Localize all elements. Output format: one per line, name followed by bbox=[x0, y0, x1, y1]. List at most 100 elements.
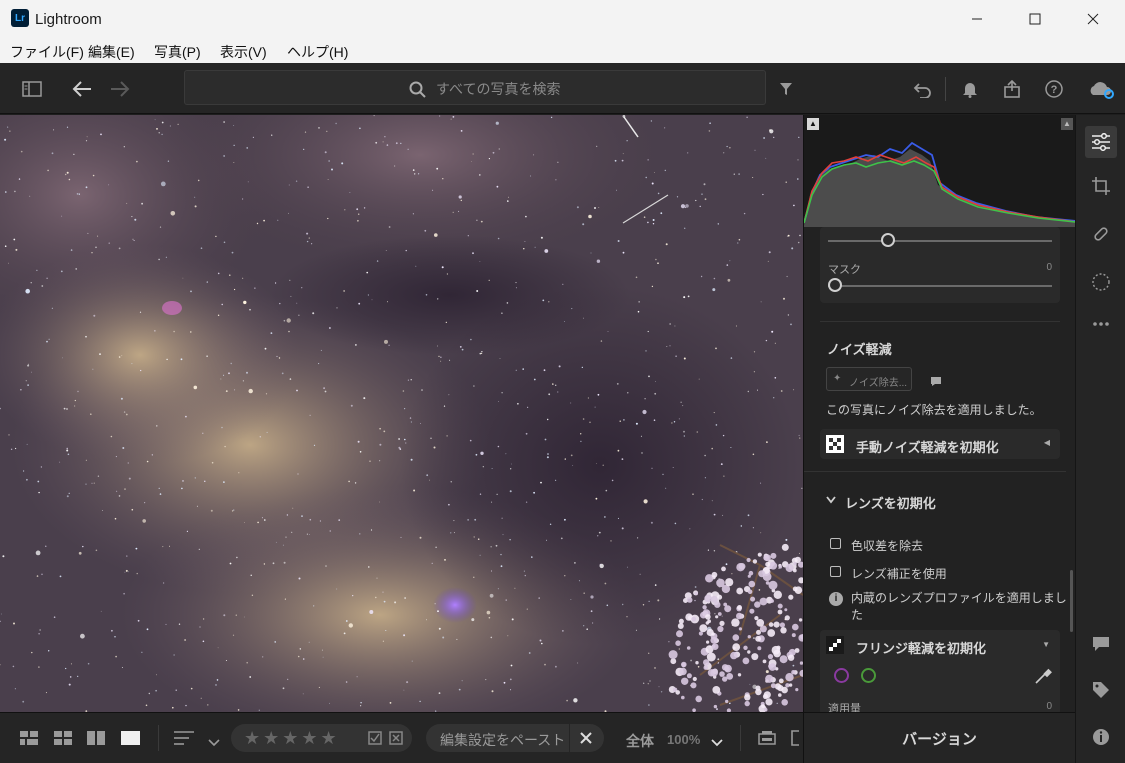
divider bbox=[820, 321, 1060, 322]
info-icon: i bbox=[829, 592, 843, 606]
comment-bubble-icon[interactable] bbox=[1089, 632, 1113, 656]
sparkle-icon: ✦ bbox=[833, 373, 842, 384]
sort-icon[interactable] bbox=[174, 731, 194, 750]
maximize-button[interactable] bbox=[1006, 0, 1064, 38]
cloud-sync-icon[interactable] bbox=[1087, 77, 1115, 101]
noise-reduction-header: ノイズ軽減 bbox=[827, 342, 892, 357]
divider bbox=[740, 725, 741, 751]
menu-edit[interactable]: 編集(E) bbox=[88, 42, 135, 62]
search-icon bbox=[409, 81, 426, 98]
mask-label: マスク bbox=[828, 264, 861, 276]
top-toolbar: すべての写真を検索 ? bbox=[0, 63, 1125, 114]
star-rating[interactable]: ★★★★★ bbox=[244, 728, 340, 749]
compare-view-icon[interactable] bbox=[87, 731, 105, 750]
close-button[interactable] bbox=[1064, 0, 1122, 38]
zoom-dropdown-icon[interactable] bbox=[711, 734, 723, 752]
night-sky-photo bbox=[0, 115, 803, 712]
window-title: Lightroom bbox=[35, 11, 102, 28]
flag-pick-icon[interactable] bbox=[368, 731, 382, 750]
panel-scrollbar[interactable] bbox=[1070, 570, 1073, 632]
slider-track[interactable] bbox=[828, 240, 1052, 242]
right-tool-rail bbox=[1075, 115, 1125, 763]
tag-icon[interactable] bbox=[1089, 678, 1113, 702]
denoise-button[interactable]: ✦ ノイズ除去... bbox=[826, 367, 912, 391]
divider bbox=[158, 725, 159, 751]
lens-profile-label: レンズ補正を使用 bbox=[851, 567, 947, 581]
denoise-applied-text: この写真にノイズ除去を適用しました。 bbox=[826, 403, 1042, 417]
rating-flag-group: ★★★★★ bbox=[231, 724, 412, 752]
builtin-profile-text: 内蔵のレンズプロファイルを適用しました bbox=[851, 591, 1067, 622]
bottom-toolbar: ★★★★★ 編集設定をペースト 全体 100% bbox=[0, 712, 803, 763]
menu-photo[interactable]: 写真(P) bbox=[154, 42, 201, 62]
edit-sliders-icon[interactable] bbox=[1085, 126, 1117, 158]
highlight-clipping-toggle[interactable]: ▲ bbox=[1061, 118, 1073, 130]
chevron-down-icon[interactable] bbox=[826, 493, 836, 507]
menu-help[interactable]: ヘルプ(H) bbox=[287, 42, 348, 62]
search-field[interactable]: すべての写真を検索 bbox=[184, 70, 766, 105]
crop-icon[interactable] bbox=[1089, 174, 1113, 198]
slider-card: マスク 0 bbox=[820, 227, 1060, 303]
mask-value: 0 bbox=[1046, 262, 1052, 273]
toolbar-divider bbox=[945, 77, 946, 101]
slider-knob[interactable] bbox=[881, 233, 895, 247]
menu-view[interactable]: 表示(V) bbox=[220, 42, 267, 62]
paste-settings-group: 編集設定をペースト bbox=[426, 724, 604, 752]
divider bbox=[804, 471, 1066, 472]
expand-arrow-icon[interactable]: ▼ bbox=[1042, 640, 1050, 649]
manual-noise-row[interactable]: 手動ノイズ軽減を初期化 ◀ bbox=[820, 429, 1060, 459]
help-icon[interactable]: ? bbox=[1042, 77, 1066, 101]
svg-text:?: ? bbox=[1051, 84, 1058, 96]
purple-swatch[interactable] bbox=[834, 668, 849, 683]
lens-profile-checkbox[interactable] bbox=[830, 566, 841, 577]
fit-zoom-button[interactable]: 全体 bbox=[626, 731, 654, 751]
before-after-icon[interactable] bbox=[758, 730, 776, 751]
flag-reject-icon[interactable] bbox=[389, 731, 403, 750]
paste-settings-button[interactable]: 編集設定をペースト bbox=[440, 730, 565, 750]
fringe-icon bbox=[826, 636, 844, 654]
manual-noise-label: 手動ノイズ軽減を初期化 bbox=[856, 440, 999, 455]
checker-icon bbox=[826, 435, 844, 453]
menu-bar: ファイル(F) 編集(E) 写真(P) 表示(V) ヘルプ(H) bbox=[0, 38, 1125, 63]
menu-file[interactable]: ファイル(F) bbox=[10, 42, 84, 62]
square-grid-icon[interactable] bbox=[20, 731, 38, 750]
collapse-arrow-icon[interactable]: ◀ bbox=[1044, 438, 1050, 447]
minimize-button[interactable] bbox=[948, 0, 1006, 38]
eyedropper-icon[interactable] bbox=[1034, 667, 1052, 690]
back-arrow-icon[interactable] bbox=[70, 77, 94, 101]
shadow-clipping-toggle[interactable]: ▲ bbox=[807, 118, 819, 130]
fringe-card: フリンジ軽減を初期化 ▼ 適用量 0 bbox=[820, 630, 1060, 712]
remove-ca-checkbox[interactable] bbox=[830, 538, 841, 549]
filter-icon[interactable] bbox=[774, 77, 798, 101]
mask-slider-knob[interactable] bbox=[828, 278, 842, 292]
split-view-icon[interactable] bbox=[791, 730, 803, 751]
green-swatch[interactable] bbox=[861, 668, 876, 683]
mask-slider-track[interactable] bbox=[828, 285, 1052, 287]
grid-view-icon[interactable] bbox=[54, 731, 72, 750]
fringe-label[interactable]: フリンジ軽減を初期化 bbox=[856, 638, 986, 657]
main-photo[interactable] bbox=[0, 115, 803, 712]
share-icon[interactable] bbox=[1000, 77, 1024, 101]
undo-icon[interactable] bbox=[910, 77, 934, 101]
more-options-icon[interactable] bbox=[1089, 312, 1113, 336]
search-input[interactable]: すべての写真を検索 bbox=[436, 79, 560, 99]
lightroom-logo-icon: Lr bbox=[11, 9, 29, 27]
versions-button[interactable]: バージョン bbox=[803, 712, 1075, 763]
sort-dropdown-icon[interactable] bbox=[208, 734, 220, 752]
edit-panel: ▲ ▲ マスク 0 ノイズ軽減 ✦ ノイズ除去... この写真にノイズ除去を適用… bbox=[803, 115, 1075, 712]
denoise-button-label: ノイズ除去... bbox=[849, 378, 908, 389]
remove-ca-label: 色収差を除去 bbox=[851, 539, 924, 553]
detail-view-icon[interactable] bbox=[121, 731, 140, 750]
info-circle-icon[interactable] bbox=[1089, 725, 1113, 749]
healing-bandage-icon[interactable] bbox=[1089, 222, 1113, 246]
panel-toggle-icon[interactable] bbox=[20, 77, 44, 101]
masking-icon[interactable] bbox=[1089, 270, 1113, 294]
clear-paste-icon[interactable] bbox=[579, 731, 593, 750]
zoom-level[interactable]: 100% bbox=[667, 732, 700, 747]
divider bbox=[569, 724, 570, 752]
comment-icon[interactable] bbox=[930, 374, 942, 392]
lens-section-header[interactable]: レンズを初期化 bbox=[845, 493, 936, 512]
amount-label: 適用量 bbox=[828, 703, 861, 712]
title-bar: Lr Lightroom bbox=[0, 0, 1125, 38]
notification-bell-icon[interactable] bbox=[958, 77, 982, 101]
forward-arrow-icon[interactable] bbox=[108, 77, 132, 101]
